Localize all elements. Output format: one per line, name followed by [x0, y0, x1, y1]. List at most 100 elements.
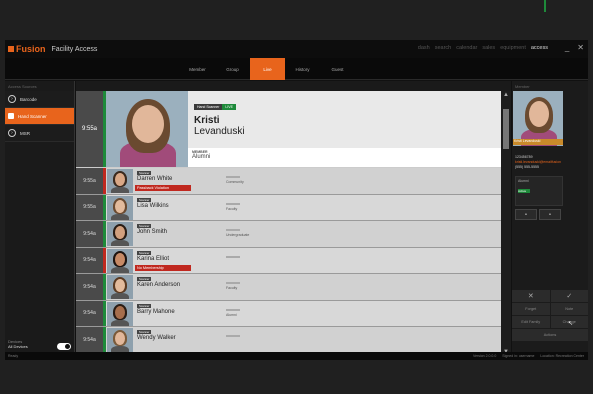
entry-name: Wendy Walker	[137, 335, 176, 341]
topnav-dash[interactable]: dash	[418, 45, 430, 51]
title-bar: Fusion Facility Access dash search calenda…	[5, 40, 588, 58]
member-detail-panel: Member Kristi Levanduski 123456789 krist…	[512, 81, 588, 356]
entry-time: 9:54a	[76, 327, 103, 353]
tab-member[interactable]: Member	[180, 58, 215, 80]
entry-time: 9:55a	[76, 168, 103, 194]
entry-name: Barry Mahone	[137, 308, 175, 315]
entry-status-bar	[103, 327, 106, 353]
featured-membership: MEMBER Alumni	[188, 148, 511, 167]
feed-header	[76, 81, 511, 91]
source-msr[interactable]: › MSR	[5, 125, 74, 142]
entry-row[interactable]: 9:54a Scanner John Smith Undergraduate	[76, 221, 511, 248]
source-barcode[interactable]: › Barcode	[5, 91, 74, 108]
action-edit-family-button[interactable]: Edit Family	[512, 316, 550, 328]
detail-tag	[226, 335, 240, 337]
mouse-cursor-icon: ↖	[568, 321, 574, 327]
entry-name: Lisa Wilkins	[137, 202, 169, 209]
devices-toggle[interactable]	[57, 343, 71, 350]
topnav-search[interactable]: search	[435, 45, 452, 51]
entry-row[interactable]: 9:54a Scanner Wendy Walker	[76, 327, 511, 354]
window-controls: _ ✕	[565, 43, 584, 52]
entry-badge: Scanner	[137, 197, 152, 202]
entry-detail: Faculty	[226, 282, 240, 290]
logo-text: Fusion	[16, 44, 46, 54]
tabs: Member Group Live History Guest	[180, 58, 355, 80]
entry-membership: Community	[226, 180, 244, 184]
topnav-equipment[interactable]: equipment	[500, 45, 526, 51]
tab-group[interactable]: Group	[215, 58, 250, 80]
unlock-button[interactable]: ⚬	[539, 209, 561, 220]
entry-detail: Faculty	[226, 202, 240, 211]
entry-time: 9:54a	[76, 300, 103, 326]
badge-label: Hand Scanner	[194, 104, 223, 110]
membership-box[interactable]: Alumni Active	[515, 176, 563, 206]
status-bar: Ready Version 2.0.0.0 Signed in: username…	[5, 352, 588, 360]
featured-entry[interactable]: 9:55a Hand Scanner LIVE Kristi Levandusk…	[76, 91, 511, 167]
source-hand-scanner[interactable]: Hand Scanner	[5, 108, 74, 125]
action-actions-button[interactable]: Actions	[512, 329, 588, 341]
entry-row[interactable]: 9:55a Scanner Darren White Passback Violati…	[76, 168, 511, 195]
entry-photo	[107, 248, 133, 273]
badge-status: LIVE	[222, 104, 236, 110]
member-phone: (555) 555-5555	[515, 165, 539, 169]
action-row: ✕ ✓	[512, 290, 588, 302]
entry-photo	[107, 195, 133, 220]
app-logo: Fusion	[8, 44, 46, 54]
topnav-calendar[interactable]: calendar	[456, 45, 477, 51]
entry-row[interactable]: 9:54a Scanner Barry Mahone Alumni	[76, 300, 511, 327]
scroll-thumb[interactable]	[503, 109, 509, 149]
entry-membership: Faculty	[226, 206, 238, 211]
entry-badge: Scanner	[137, 171, 152, 175]
entry-badge: Scanner	[137, 277, 152, 281]
close-button[interactable]: ✕	[577, 43, 584, 52]
hand-icon	[8, 113, 14, 119]
entry-row[interactable]: 9:54a Scanner Karina Elliot No Membership	[76, 247, 511, 274]
entry-list: 9:55a Scanner Darren White Passback Violati…	[76, 168, 511, 354]
panel-header: Access Sources	[8, 84, 37, 89]
source-label: Barcode	[20, 96, 37, 102]
scroll-up-icon[interactable]: ▲	[503, 92, 509, 98]
detail-header: Member	[515, 84, 530, 89]
top-nav: dash search calendar sales equipment access	[418, 45, 548, 51]
entry-time: 9:54a	[76, 274, 103, 300]
entry-name: Karina Elliot	[137, 255, 170, 262]
source-list: › Barcode Hand Scanner › MSR	[5, 91, 74, 142]
tab-live[interactable]: Live	[250, 58, 285, 80]
detail-tag	[226, 202, 240, 205]
entry-status-bar	[103, 300, 106, 326]
featured-photo	[106, 91, 188, 167]
source-label: Hand Scanner	[18, 113, 47, 119]
feed-scrollbar[interactable]: ▲ ▼	[501, 91, 511, 356]
member-contact: 123456789 kristi.levanduski@emailfusion …	[515, 155, 561, 170]
entry-photo	[107, 275, 133, 299]
action-forget-button[interactable]: Forget	[512, 303, 550, 315]
detail-tag	[226, 229, 240, 231]
lock-button[interactable]: ⚬	[515, 209, 537, 220]
entry-row[interactable]: 9:55a Scanner Lisa Wilkins Faculty	[76, 194, 511, 221]
entry-badge: Scanner	[137, 330, 152, 334]
entry-row[interactable]: 9:54a Scanner Karen Anderson Faculty	[76, 274, 511, 301]
topnav-access[interactable]: access	[531, 45, 548, 51]
entry-detail: Community	[226, 176, 244, 184]
detail-tag	[226, 282, 240, 284]
entry-badge: Scanner	[137, 224, 152, 228]
devices-selector[interactable]: Devices All Devices	[8, 339, 28, 349]
entry-name: Darren White	[137, 176, 173, 182]
entry-badge: Scanner	[137, 303, 152, 308]
minimize-button[interactable]: _	[565, 43, 569, 52]
member-photo	[513, 91, 563, 146]
access-sources-panel: Access Sources › Barcode Hand Scanner › MSR …	[5, 81, 75, 356]
entry-membership: Alumni	[226, 312, 237, 317]
devices-value: All Devices	[8, 344, 28, 349]
action-note-button[interactable]: Note	[550, 303, 588, 315]
app-window: Fusion Facility Access dash search calenda…	[5, 40, 588, 360]
topnav-sales[interactable]: sales	[482, 45, 495, 51]
status-items: Version 2.0.0.0 Signed in: username Locati…	[473, 354, 584, 358]
tab-guest[interactable]: Guest	[320, 58, 355, 80]
action-approve-button[interactable]: ✓	[550, 290, 588, 302]
tab-history[interactable]: History	[285, 58, 320, 80]
action-row: Actions	[512, 329, 588, 341]
scanner-badge: Hand Scanner LIVE	[194, 104, 236, 110]
entry-detail	[226, 335, 240, 339]
action-deny-button[interactable]: ✕	[512, 290, 550, 302]
